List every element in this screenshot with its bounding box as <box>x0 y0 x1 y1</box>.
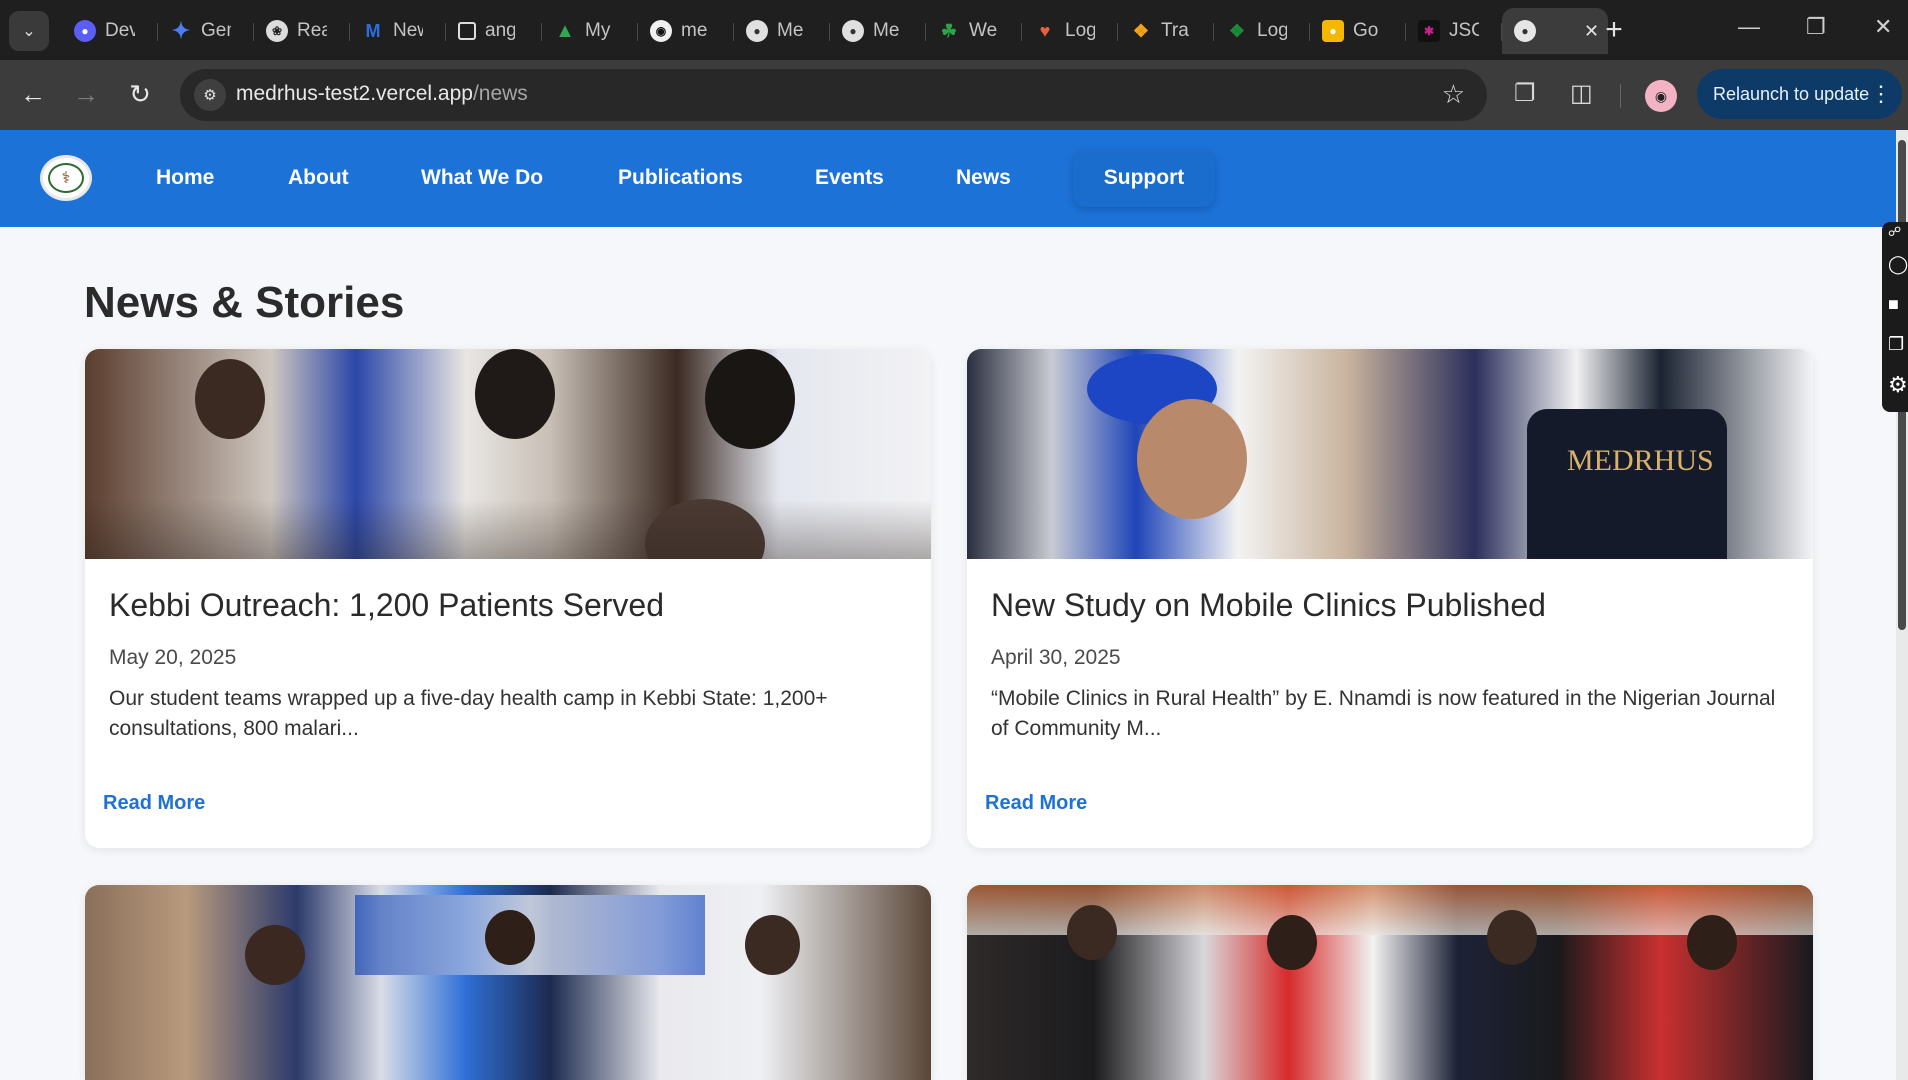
medrhus-favicon-icon: ● <box>1514 20 1536 42</box>
arrow-left-icon: ← <box>20 78 46 109</box>
browser-tab[interactable]: ☘ We <box>926 8 1022 54</box>
logo-emblem-icon: ⚕ <box>48 163 84 193</box>
back-button[interactable]: ← <box>13 74 53 114</box>
news-card-title[interactable]: Kebbi Outreach: 1,200 Patients Served <box>109 587 907 624</box>
browser-toolbar: ← → ↻ ⚙ medrhus-test2.vercel.app/news ☆ … <box>0 60 1908 130</box>
mongodb-leaf-icon: ❖ <box>1228 20 1246 41</box>
jsc-icon: ✱ <box>1418 20 1440 42</box>
url-text[interactable]: medrhus-test2.vercel.app/news <box>236 82 528 106</box>
browser-tab[interactable]: ang <box>446 8 542 54</box>
news-card-excerpt: “Mobile Clinics in Rural Health” by E. N… <box>991 687 1776 740</box>
browser-tab[interactable]: ❖ Tra <box>1118 8 1214 54</box>
news-card-image: MEDRHUS <box>967 349 1813 559</box>
screen-icon[interactable]: ■ <box>1888 294 1899 315</box>
news-card <box>967 885 1813 1080</box>
news-card-image <box>967 885 1813 1080</box>
browser-tab-bar: ⌄ ●Dev ✦Gem ❀Rea MNew ang ▲My ◉me ●Me ●M… <box>0 0 1908 60</box>
read-more-link[interactable]: Read More <box>985 792 1087 815</box>
copy-extension-icon[interactable]: ❐ <box>1514 79 1536 108</box>
news-card-excerpt: Our student teams wrapped up a five-day … <box>109 687 828 740</box>
browser-tab[interactable]: ◉ me <box>638 8 734 54</box>
medrhus-favicon-icon: ● <box>746 20 768 42</box>
relaunch-button[interactable]: Relaunch to update ⋮ <box>1697 69 1902 119</box>
transistor-icon: ❖ <box>1132 20 1150 41</box>
browser-tab[interactable]: ● Me <box>734 8 830 54</box>
mui-icon: M <box>365 20 381 41</box>
site-navbar: ⚕ Home About What We Do Publications Eve… <box>0 130 1908 227</box>
link-icon[interactable]: ☍ <box>1888 224 1901 240</box>
tab-favicon-icon: ● <box>74 20 96 42</box>
browser-tab[interactable]: MNew <box>350 8 446 54</box>
toolbar-divider <box>1620 84 1621 108</box>
reload-icon: ↻ <box>129 78 151 109</box>
medrhus-favicon-icon: ● <box>842 20 864 42</box>
bookmark-star-icon[interactable]: ☆ <box>1442 79 1465 110</box>
browser-tab[interactable]: ● Dev <box>62 8 158 54</box>
windows-icon[interactable]: ❐ <box>1888 334 1904 355</box>
keep-icon: ● <box>1322 20 1344 42</box>
browser-tab[interactable]: ● Go <box>1310 8 1406 54</box>
heart-icon: ♥ <box>1039 20 1051 41</box>
forward-button[interactable]: → <box>66 74 106 114</box>
nav-home[interactable]: Home <box>156 166 214 190</box>
read-more-link[interactable]: Read More <box>103 792 205 815</box>
minimize-icon[interactable]: — <box>1738 14 1760 40</box>
browser-tab[interactable]: ❖ Log <box>1214 8 1310 54</box>
news-card-date: April 30, 2025 <box>991 646 1121 669</box>
medrhus-shirt-logo: MEDRHUS <box>1567 444 1714 477</box>
drive-icon: ▲ <box>555 19 575 42</box>
browser-tab[interactable]: ▲ My <box>542 8 638 54</box>
news-card: Kebbi Outreach: 1,200 Patients Served Ma… <box>85 349 931 848</box>
address-bar[interactable]: ⚙ medrhus-test2.vercel.app/news ☆ <box>180 69 1487 121</box>
active-browser-tab[interactable]: ● ✕ <box>1502 8 1608 54</box>
site-info-icon[interactable]: ⚙ <box>194 79 226 111</box>
more-menu-icon[interactable]: ⋮ <box>1870 81 1892 107</box>
tab-search-button[interactable]: ⌄ <box>9 11 49 51</box>
news-card-image <box>85 349 931 559</box>
arrow-right-icon: → <box>73 78 99 109</box>
page-title: News & Stories <box>84 278 405 327</box>
gemini-icon: ✦ <box>171 18 191 43</box>
openai-icon: ❀ <box>266 20 288 42</box>
browser-tab[interactable]: ✦Gem <box>158 8 254 54</box>
nav-publications[interactable]: Publications <box>618 166 743 190</box>
news-card <box>85 885 931 1080</box>
nav-what-we-do[interactable]: What We Do <box>421 166 543 190</box>
news-card: MEDRHUS New Study on Mobile Clinics Publ… <box>967 349 1813 848</box>
medrhus-logo[interactable]: ⚕ <box>40 155 92 201</box>
restore-icon[interactable]: ❐ <box>1806 14 1826 40</box>
chevron-down-icon: ⌄ <box>22 23 36 40</box>
nav-news[interactable]: News <box>956 166 1011 190</box>
square-icon <box>458 22 476 40</box>
browser-tab[interactable]: ❀ Rea <box>254 8 350 54</box>
extensions-puzzle-icon[interactable]: ◫ <box>1570 79 1593 108</box>
reload-button[interactable]: ↻ <box>120 74 160 114</box>
close-window-icon[interactable]: ✕ <box>1874 14 1892 40</box>
browser-tab[interactable]: ✱ JSC <box>1406 8 1502 54</box>
browser-tab[interactable]: ♥ Log <box>1022 8 1118 54</box>
news-card-date: May 20, 2025 <box>109 646 237 669</box>
nav-about[interactable]: About <box>288 166 349 190</box>
new-tab-button[interactable]: + <box>1594 14 1634 48</box>
tab-strip: ●Dev ✦Gem ❀Rea MNew ang ▲My ◉me ●Me ●Me … <box>62 8 1608 54</box>
github-icon: ◉ <box>650 20 672 42</box>
browser-tab[interactable]: ● Me <box>830 8 926 54</box>
gear-icon[interactable]: ⚙ <box>1888 372 1908 398</box>
nav-events[interactable]: Events <box>815 166 884 190</box>
leaf-icon: ☘ <box>940 20 958 41</box>
news-card-title[interactable]: New Study on Mobile Clinics Published <box>991 587 1789 624</box>
support-button[interactable]: Support <box>1073 149 1215 207</box>
news-card-image <box>85 885 931 1080</box>
profile-avatar[interactable]: ◉ <box>1645 80 1677 112</box>
extension-side-panel: ☍ ◯ ■ ❐ ⚙ <box>1882 222 1908 412</box>
camera-icon[interactable]: ◯ <box>1888 254 1908 275</box>
